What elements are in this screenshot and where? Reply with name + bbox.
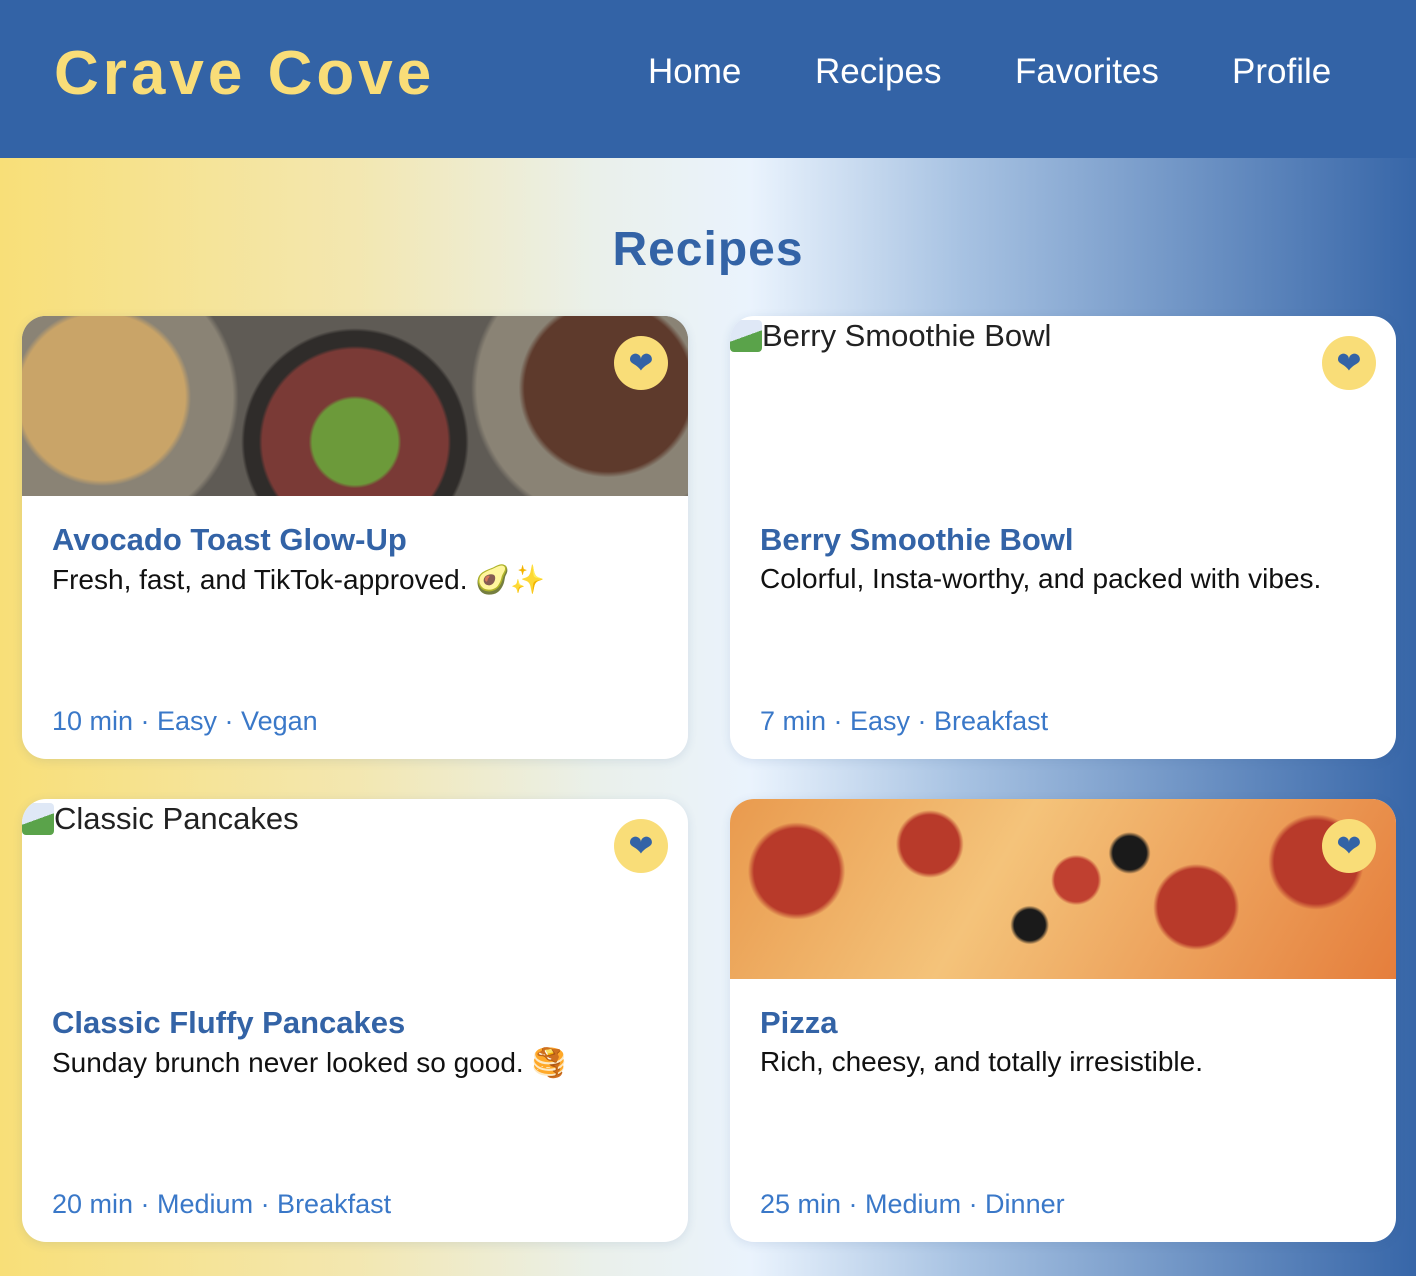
recipe-title[interactable]: Pizza (760, 1005, 838, 1041)
favorite-heart-icon[interactable]: ❤ (614, 336, 668, 390)
recipe-card[interactable]: ❤ Avocado Toast Glow-Up Fresh, fast, and… (22, 316, 688, 759)
image-alt-text: Classic Pancakes (54, 801, 299, 836)
recipe-title[interactable]: Classic Fluffy Pancakes (52, 1005, 405, 1041)
nav-recipes[interactable]: Recipes (815, 52, 941, 92)
favorite-heart-icon[interactable]: ❤ (1322, 336, 1376, 390)
recipe-image: Berry Smoothie Bowl (730, 316, 1396, 496)
favorite-heart-icon[interactable]: ❤ (614, 819, 668, 873)
recipe-description: Sunday brunch never looked so good. 🥞 (52, 1047, 567, 1078)
recipe-card[interactable]: ❤ Pizza Rich, cheesy, and totally irresi… (730, 799, 1396, 1242)
page-title: Recipes (612, 223, 804, 276)
nav-favorites[interactable]: Favorites (1015, 52, 1159, 92)
recipe-description: Rich, cheesy, and totally irresistible. (760, 1046, 1203, 1077)
nav-home[interactable]: Home (648, 52, 741, 92)
recipe-meta: 25 min · Medium · Dinner (760, 1189, 1065, 1219)
broken-image-icon (730, 320, 762, 352)
site-header: Crave Cove Home Recipes Favorites Profil… (0, 0, 1416, 158)
nav-profile[interactable]: Profile (1232, 52, 1331, 92)
broken-image-icon (22, 803, 54, 835)
image-alt-text: Berry Smoothie Bowl (762, 318, 1052, 353)
recipe-title[interactable]: Berry Smoothie Bowl (760, 522, 1074, 558)
logo[interactable]: Crave Cove (54, 38, 435, 109)
recipe-card[interactable]: Berry Smoothie Bowl ❤ Berry Smoothie Bow… (730, 316, 1396, 759)
recipe-image: Classic Pancakes (22, 799, 688, 979)
recipe-meta: 7 min · Easy · Breakfast (760, 706, 1049, 736)
recipe-image (22, 316, 688, 496)
recipe-image (730, 799, 1396, 979)
recipe-title[interactable]: Avocado Toast Glow-Up (52, 522, 407, 558)
recipe-meta: 20 min · Medium · Breakfast (52, 1189, 392, 1219)
recipe-description: Colorful, Insta-worthy, and packed with … (760, 563, 1322, 594)
recipe-description: Fresh, fast, and TikTok-approved. 🥑✨ (52, 564, 546, 595)
favorite-heart-icon[interactable]: ❤ (1322, 819, 1376, 873)
recipe-meta: 10 min · Easy · Vegan (52, 706, 318, 736)
recipe-card[interactable]: Classic Pancakes ❤ Classic Fluffy Pancak… (22, 799, 688, 1242)
